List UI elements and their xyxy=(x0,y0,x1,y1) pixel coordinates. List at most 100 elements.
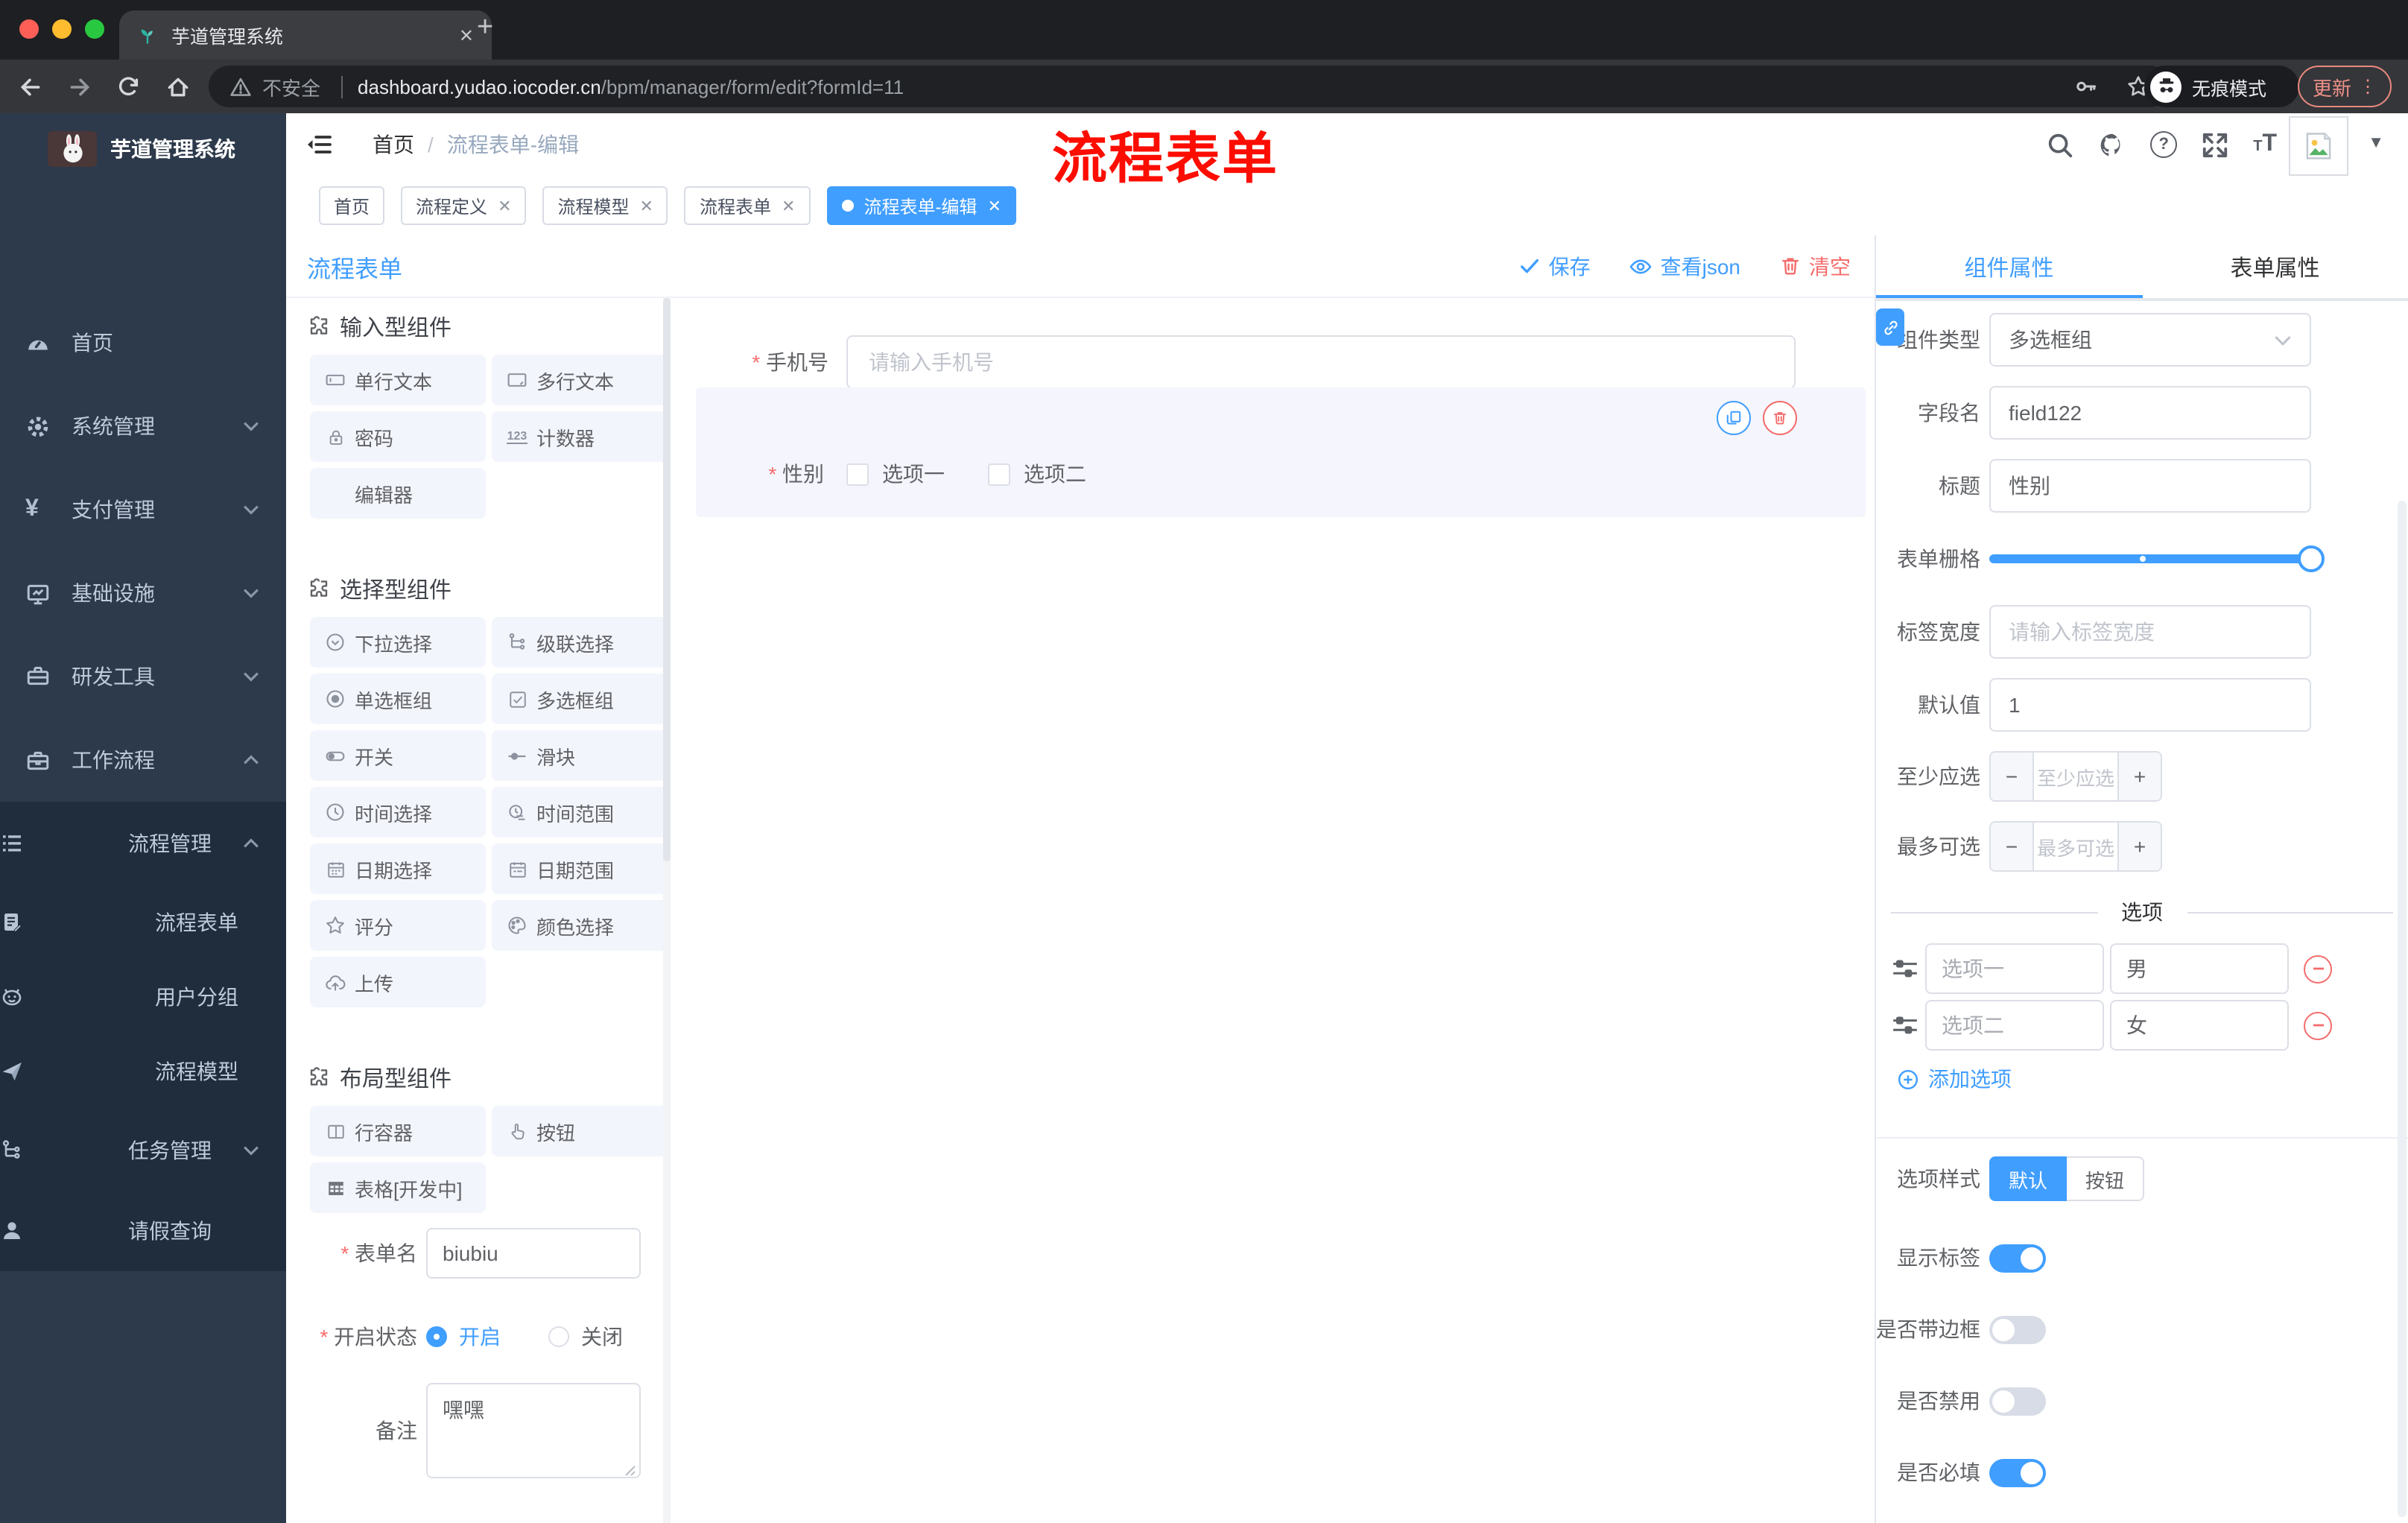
sidebar-item-leave-query[interactable]: 请假查询 xyxy=(0,1191,286,1271)
drag-handle-icon[interactable] xyxy=(1891,956,1919,981)
minus-button[interactable]: − xyxy=(1991,823,2034,870)
help-icon[interactable]: ? xyxy=(2150,131,2178,158)
gender-option2-checkbox[interactable] xyxy=(988,463,1010,485)
tab-form-props[interactable]: 表单属性 xyxy=(2142,235,2408,298)
min-select-placeholder[interactable]: 至少应选 xyxy=(2034,753,2117,800)
option-label-input[interactable] xyxy=(1925,1000,2104,1051)
sidebar-item-payment[interactable]: ¥ 支付管理 xyxy=(0,468,286,551)
form-remark-textarea[interactable]: 嘿嘿 xyxy=(426,1383,641,1478)
add-option-button[interactable]: 添加选项 xyxy=(1897,1064,2408,1094)
drag-handle-icon[interactable] xyxy=(1891,1013,1919,1038)
form-grid-slider[interactable] xyxy=(1989,532,2325,586)
default-value-input[interactable] xyxy=(1989,678,2311,732)
close-window-button[interactable] xyxy=(19,19,39,39)
component-upload[interactable]: 上传 xyxy=(310,957,486,1007)
sidebar-item-task-management[interactable]: 任务管理 xyxy=(0,1109,286,1191)
required-toggle[interactable] xyxy=(1989,1458,2046,1486)
remove-option-button[interactable] xyxy=(2304,954,2332,983)
option-label-input[interactable] xyxy=(1925,943,2104,994)
maximize-window-button[interactable] xyxy=(85,19,104,39)
component-table-dev[interactable]: 表格[开发中] xyxy=(310,1162,486,1213)
gender-option1-checkbox[interactable] xyxy=(846,463,869,485)
component-type-select[interactable]: 多选框组 xyxy=(1989,313,2311,367)
component-cascader[interactable]: 级联选择 xyxy=(492,617,668,668)
tag-process-form-edit[interactable]: 流程表单-编辑 ✕ xyxy=(826,186,1016,225)
tab-component-props[interactable]: 组件属性 xyxy=(1876,235,2142,298)
sidebar-item-system[interactable]: 系统管理 xyxy=(0,384,286,468)
app-logo-row[interactable]: 芋道管理系统 xyxy=(0,119,286,179)
option-value-input[interactable] xyxy=(2110,943,2289,994)
sidebar-item-process-form[interactable]: 流程表单 xyxy=(0,885,286,960)
bind-link-button[interactable] xyxy=(1876,308,1904,346)
avatar[interactable] xyxy=(2289,116,2348,176)
clear-button[interactable]: 清空 xyxy=(1779,251,1851,281)
breadcrumb-home[interactable]: 首页 xyxy=(373,130,414,159)
password-key-icon[interactable] xyxy=(2074,75,2098,98)
component-password[interactable]: 密码 xyxy=(310,411,486,462)
new-tab-button[interactable]: + xyxy=(477,13,493,42)
sidebar-item-process-management[interactable]: 流程管理 xyxy=(0,802,286,885)
slider-handle[interactable] xyxy=(2298,545,2325,572)
border-toggle[interactable] xyxy=(1989,1315,2046,1343)
status-on-radio[interactable] xyxy=(426,1326,447,1347)
tag-process-form[interactable]: 流程表单 ✕ xyxy=(684,186,811,225)
component-select[interactable]: 下拉选择 xyxy=(310,617,486,668)
disabled-toggle[interactable] xyxy=(1989,1387,2046,1415)
tag-close-icon[interactable]: ✕ xyxy=(498,196,511,215)
component-row-container[interactable]: 行容器 xyxy=(310,1106,486,1156)
component-time-range[interactable]: 时间范围 xyxy=(492,787,668,838)
max-select-placeholder[interactable]: 最多可选 xyxy=(2034,823,2117,870)
search-icon[interactable] xyxy=(2046,130,2074,159)
github-icon[interactable] xyxy=(2098,130,2126,159)
fullscreen-icon[interactable] xyxy=(2201,130,2229,159)
component-date-range[interactable]: 日期范围 xyxy=(492,843,668,894)
components-panel-scrollbar[interactable] xyxy=(663,298,671,1523)
show-label-toggle[interactable] xyxy=(1989,1244,2046,1272)
status-off-label[interactable]: 关闭 xyxy=(581,1322,623,1352)
field-name-input[interactable] xyxy=(1989,386,2311,440)
canvas-phone-field[interactable]: 手机号 xyxy=(691,335,1796,389)
style-default-button[interactable]: 默认 xyxy=(1989,1156,2067,1201)
component-checkbox-group[interactable]: 多选框组 xyxy=(492,674,668,724)
gender-option1-label[interactable]: 选项一 xyxy=(882,459,945,489)
tag-close-icon[interactable]: ✕ xyxy=(782,196,795,215)
component-radio-group[interactable]: 单选框组 xyxy=(310,674,486,724)
component-multi-line-text[interactable]: 多行文本 xyxy=(492,355,668,405)
forward-icon[interactable] xyxy=(67,75,92,100)
style-button-button[interactable]: 按钮 xyxy=(2067,1156,2144,1201)
component-single-line-text[interactable]: 单行文本 xyxy=(310,355,486,405)
gender-option2-label[interactable]: 选项二 xyxy=(1024,459,1086,489)
tag-process-model[interactable]: 流程模型 ✕ xyxy=(542,186,668,225)
status-on-label[interactable]: 开启 xyxy=(459,1322,501,1352)
reload-icon[interactable] xyxy=(116,75,142,100)
copy-component-button[interactable] xyxy=(1717,401,1751,435)
phone-input[interactable] xyxy=(846,335,1796,389)
label-width-input[interactable] xyxy=(1989,605,2311,659)
tag-close-icon[interactable]: ✕ xyxy=(640,196,653,215)
component-time-picker[interactable]: 时间选择 xyxy=(310,787,486,838)
browser-tab[interactable]: 芋道管理系统 ✕ xyxy=(119,10,492,60)
security-warning-icon[interactable] xyxy=(229,75,252,98)
remove-option-button[interactable] xyxy=(2304,1011,2332,1039)
component-button[interactable]: 按钮 xyxy=(492,1106,668,1156)
component-rate[interactable]: 评分 xyxy=(310,900,486,951)
delete-component-button[interactable] xyxy=(1763,401,1797,435)
back-icon[interactable] xyxy=(18,75,43,100)
option-value-input[interactable] xyxy=(2110,1000,2289,1051)
avatar-caret-icon[interactable]: ▼ xyxy=(2368,134,2384,152)
sidebar-item-infrastructure[interactable]: 基础设施 xyxy=(0,551,286,635)
browser-update-button[interactable]: 更新 ⋮ xyxy=(2298,66,2392,107)
plus-button[interactable]: + xyxy=(2117,823,2161,870)
sidebar-item-user-group[interactable]: 用户分组 xyxy=(0,960,286,1034)
component-switch[interactable]: 开关 xyxy=(310,730,486,781)
home-icon[interactable] xyxy=(165,75,191,100)
sidebar-fold-icon[interactable] xyxy=(304,130,334,159)
canvas-gender-field-selected[interactable]: 性别 选项一 选项二 xyxy=(696,387,1866,517)
font-size-icon[interactable]: TT xyxy=(2253,132,2277,156)
properties-scrollbar[interactable] xyxy=(2398,501,2407,1517)
plus-button[interactable]: + xyxy=(2117,753,2161,800)
sidebar-item-process-model[interactable]: 流程模型 xyxy=(0,1034,286,1109)
sidebar-item-home[interactable]: 首页 xyxy=(0,301,286,384)
minus-button[interactable]: − xyxy=(1991,753,2034,800)
component-color-picker[interactable]: 颜色选择 xyxy=(492,900,668,951)
